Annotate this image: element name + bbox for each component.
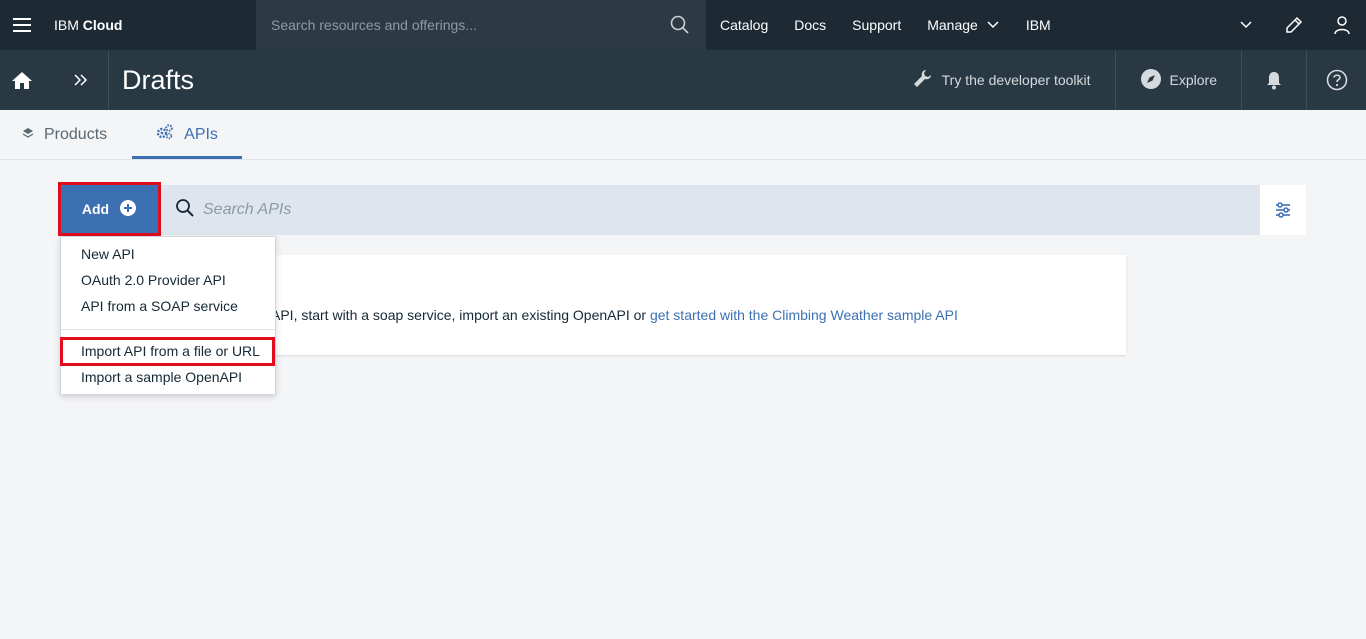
climbing-weather-sample-link[interactable]: get started with the Climbing Weather sa…: [650, 307, 958, 323]
tab-products[interactable]: Products: [0, 110, 132, 159]
brand-name: Cloud: [82, 17, 123, 33]
tab-apis-label: APIs: [184, 125, 218, 143]
add-dropdown-menu: New API OAuth 2.0 Provider API API from …: [60, 236, 276, 395]
masthead: IBM Cloud Catalog Docs Support Manage IB…: [0, 0, 1366, 50]
edit-icon[interactable]: [1270, 0, 1318, 50]
nav-docs[interactable]: Docs: [781, 0, 839, 50]
plus-circle-icon: [119, 199, 137, 220]
wrench-icon: [912, 68, 934, 93]
home-icon[interactable]: [0, 50, 44, 110]
tab-bar: Products APIs: [0, 110, 1366, 160]
tab-products-label: Products: [44, 125, 108, 143]
tab-apis[interactable]: APIs: [132, 110, 242, 159]
expand-sidebar-icon[interactable]: [54, 50, 109, 110]
api-search: [161, 185, 1260, 235]
header-actions: Try the developer toolkit Explore: [888, 50, 1366, 110]
global-search-input[interactable]: [271, 17, 651, 33]
notifications-bell-icon[interactable]: [1241, 50, 1306, 110]
masthead-actions: [1222, 0, 1366, 50]
empty-state-card: API, start with a soap service, import a…: [161, 255, 1126, 355]
api-search-input[interactable]: [203, 201, 1103, 219]
nav-support[interactable]: Support: [839, 0, 914, 50]
hamburger-menu-icon[interactable]: [0, 0, 44, 50]
nav-catalog[interactable]: Catalog: [706, 0, 781, 50]
page-header: Drafts Try the developer toolkit Explore: [0, 50, 1366, 110]
menu-item-import-sample-openapi[interactable]: Import a sample OpenAPI: [81, 369, 242, 385]
help-icon[interactable]: [1306, 50, 1366, 110]
developer-toolkit-label: Try the developer toolkit: [941, 72, 1091, 88]
search-icon[interactable]: [670, 15, 690, 40]
brand-logo[interactable]: IBM Cloud: [54, 17, 256, 33]
menu-item-oauth-provider-api[interactable]: OAuth 2.0 Provider API: [81, 272, 226, 288]
menu-divider: [61, 329, 275, 330]
search-icon: [175, 198, 195, 223]
nav-manage[interactable]: Manage: [914, 0, 1013, 50]
explore-label: Explore: [1169, 72, 1217, 88]
explore-button[interactable]: Explore: [1114, 50, 1241, 110]
empty-state-message: API, start with a soap service, import a…: [271, 307, 650, 323]
filter-settings-icon[interactable]: [1260, 185, 1306, 235]
layers-icon: [22, 126, 34, 144]
menu-item-soap-api[interactable]: API from a SOAP service: [81, 298, 238, 314]
user-icon[interactable]: [1318, 0, 1366, 50]
developer-toolkit-link[interactable]: Try the developer toolkit: [888, 50, 1115, 110]
add-button-label: Add: [81, 201, 110, 217]
global-search: [256, 0, 706, 50]
nav-manage-label: Manage: [927, 17, 978, 33]
menu-item-import-api-file-url[interactable]: Import API from a file or URL: [81, 343, 260, 359]
top-nav: Catalog Docs Support Manage IBM: [706, 0, 1064, 50]
empty-state-text: API, start with a soap service, import a…: [271, 307, 958, 323]
add-button[interactable]: Add: [58, 182, 161, 236]
nav-account[interactable]: IBM: [1013, 0, 1064, 50]
chevron-down-icon: [986, 17, 1000, 33]
account-switch-chevron-icon[interactable]: [1222, 0, 1270, 50]
gears-icon: [156, 124, 174, 145]
brand-prefix: IBM: [54, 17, 79, 33]
menu-item-new-api[interactable]: New API: [81, 246, 135, 262]
compass-icon: [1140, 68, 1162, 93]
page-title: Drafts: [122, 64, 195, 95]
